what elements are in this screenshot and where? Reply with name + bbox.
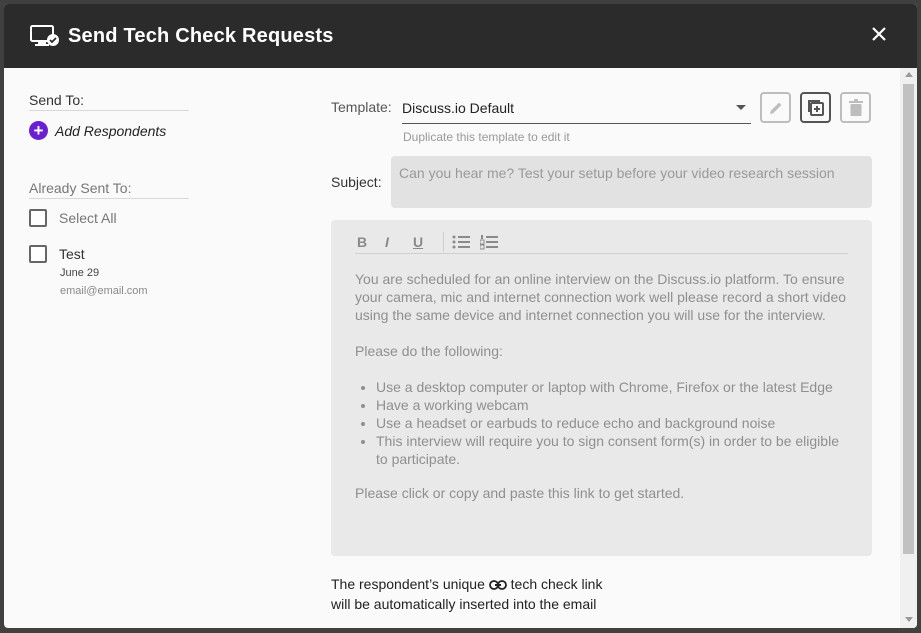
chevron-down-icon xyxy=(736,105,746,110)
send-to-label: Send To: xyxy=(29,92,189,111)
scroll-up-arrow-icon[interactable] xyxy=(905,72,913,77)
template-select[interactable]: Discuss.io Default xyxy=(402,92,751,124)
close-icon[interactable] xyxy=(869,24,889,44)
respondent-row[interactable]: Test xyxy=(29,245,189,263)
numbered-list-icon[interactable] xyxy=(480,234,508,250)
delete-template-button[interactable] xyxy=(840,92,871,123)
email-body-editor[interactable]: B I U You are scheduled for an online in… xyxy=(331,220,872,556)
bullet-list-icon[interactable] xyxy=(452,234,480,250)
italic-button[interactable]: I xyxy=(385,234,413,250)
underline-button[interactable]: U xyxy=(413,234,441,250)
tech-check-modal: Send Tech Check Requests Send To: + Add … xyxy=(4,4,917,628)
body-paragraph: Please click or copy and paste this link… xyxy=(355,485,685,501)
link-insert-note: The respondent’s unique tech check link … xyxy=(331,574,876,614)
bold-button[interactable]: B xyxy=(357,234,385,250)
select-all-checkbox-row[interactable]: Select All xyxy=(29,209,189,227)
link-icon xyxy=(488,580,507,591)
subject-label: Subject: xyxy=(331,174,382,190)
respondent-name: Test xyxy=(59,246,85,262)
modal-header: Send Tech Check Requests xyxy=(4,4,917,68)
trash-icon xyxy=(848,98,863,116)
list-item: Use a headset or earbuds to reduce echo … xyxy=(376,414,848,432)
respondent-email: email@email.com xyxy=(60,285,148,297)
modal-title: Send Tech Check Requests xyxy=(68,24,334,47)
body-bullet-list: Use a desktop computer or laptop with Ch… xyxy=(376,378,848,468)
email-compose-panel: Template: Discuss.io Default Duplicate t… xyxy=(331,92,876,614)
subject-field[interactable]: Can you hear me? Test your setup before … xyxy=(391,156,872,208)
list-item: Use a desktop computer or laptop with Ch… xyxy=(376,378,848,396)
list-item: Have a working webcam xyxy=(376,396,848,414)
recipients-panel: Send To: + Add Respondents Already Sent … xyxy=(29,92,189,297)
scroll-down-arrow-icon[interactable] xyxy=(905,617,913,622)
note-line2: will be automatically inserted into the … xyxy=(331,596,597,612)
template-row: Template: Discuss.io Default xyxy=(331,92,876,124)
plus-circle-icon: + xyxy=(29,121,48,140)
monitor-check-icon xyxy=(30,25,59,46)
already-sent-label: Already Sent To: xyxy=(29,180,189,199)
duplicate-plus-icon xyxy=(807,99,824,116)
note-suffix: tech check link xyxy=(510,576,603,592)
editor-content: You are scheduled for an online intervie… xyxy=(355,270,848,502)
scrollbar[interactable] xyxy=(900,68,917,628)
select-all-label: Select All xyxy=(59,210,117,226)
scrollbar-thumb[interactable] xyxy=(903,84,914,554)
toolbar-divider xyxy=(443,231,444,252)
subject-row: Subject: Can you hear me? Test your setu… xyxy=(331,156,876,208)
select-all-checkbox[interactable] xyxy=(29,209,47,227)
add-respondents-button[interactable]: + Add Respondents xyxy=(29,121,189,140)
modal-body: Send To: + Add Respondents Already Sent … xyxy=(4,68,917,628)
add-respondents-label: Add Respondents xyxy=(55,122,167,139)
template-selected-value: Discuss.io Default xyxy=(402,99,515,116)
note-prefix: The respondent’s unique xyxy=(331,576,485,592)
editor-toolbar: B I U xyxy=(355,230,848,254)
pencil-icon xyxy=(769,102,781,114)
template-hint: Duplicate this template to edit it xyxy=(403,130,570,144)
respondent-date: June 29 xyxy=(60,267,100,279)
list-item: This interview will require you to sign … xyxy=(376,432,848,468)
template-label: Template: xyxy=(331,99,392,115)
respondent-checkbox[interactable] xyxy=(29,245,47,263)
duplicate-template-button[interactable] xyxy=(800,92,831,123)
body-paragraph: Please do the following: xyxy=(355,343,503,359)
body-paragraph: You are scheduled for an online intervie… xyxy=(355,271,847,323)
edit-template-button[interactable] xyxy=(760,92,791,123)
